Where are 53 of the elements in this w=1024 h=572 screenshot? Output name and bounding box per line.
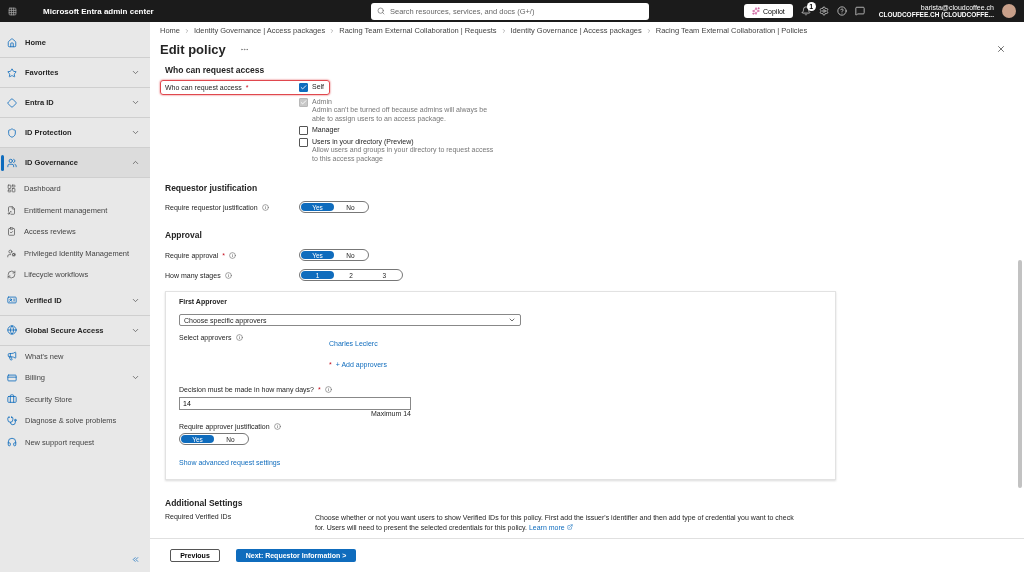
megaphone-icon: [7, 351, 17, 362]
section-heading: Requestor justification: [165, 183, 259, 194]
page-title: Edit policy: [160, 41, 226, 57]
chevron-down-icon[interactable]: [131, 68, 140, 77]
feedback-icon[interactable]: [854, 6, 865, 16]
chevron-up-icon[interactable]: [131, 158, 140, 167]
cycle-icon: [7, 270, 16, 280]
help-icon[interactable]: [836, 6, 847, 16]
chevron-down-icon[interactable]: [131, 128, 140, 137]
selection-indicator: [1, 155, 4, 171]
settings-icon[interactable]: [818, 6, 829, 16]
clipboard-icon: [7, 227, 16, 237]
checkbox[interactable]: [299, 138, 308, 148]
notifications-icon[interactable]: [800, 6, 811, 16]
chevron-right-icon: [500, 27, 507, 34]
diamond-icon: [7, 97, 17, 108]
chevron-right-icon: [645, 27, 652, 34]
sparkle-icon: [752, 7, 760, 15]
search-icon: [377, 7, 385, 15]
app-launcher-icon[interactable]: [8, 6, 17, 16]
user-avatar[interactable]: [1002, 4, 1016, 18]
close-icon[interactable]: [996, 44, 1006, 54]
checkbox[interactable]: [299, 83, 308, 92]
star-icon: [7, 67, 17, 78]
info-icon[interactable]: [229, 251, 237, 259]
document-icon: [7, 205, 16, 215]
briefcase-icon: [7, 394, 17, 405]
section-heading: Who can request access: [165, 65, 266, 75]
app-title: Microsoft Entra admin center: [43, 6, 155, 16]
shield-icon: [7, 127, 17, 138]
info-icon[interactable]: [224, 271, 232, 279]
external-link-icon: [566, 524, 573, 531]
info-icon[interactable]: [235, 334, 243, 342]
chevron-down-icon[interactable]: [131, 98, 140, 107]
collapse-icon[interactable]: [131, 555, 140, 564]
chevron-right-icon: [329, 27, 336, 34]
checkbox[interactable]: [299, 126, 308, 136]
section-heading: Additional Settings: [165, 498, 244, 509]
chevron-right-icon: [184, 27, 190, 34]
info-icon[interactable]: [273, 423, 281, 431]
scrollbar[interactable]: [1018, 260, 1022, 488]
card-icon: [7, 372, 17, 383]
id-card-icon: [7, 295, 17, 305]
people-icon: [7, 157, 17, 168]
headset-icon: [7, 437, 17, 448]
globe-icon: [7, 325, 17, 335]
section-heading: Approval: [165, 230, 203, 241]
user-gear-icon: [7, 248, 16, 258]
dashboard-icon: [7, 184, 16, 194]
stethoscope-icon: [7, 415, 17, 426]
info-icon[interactable]: [261, 203, 269, 211]
home-icon: [7, 37, 17, 48]
info-icon[interactable]: [324, 385, 332, 393]
